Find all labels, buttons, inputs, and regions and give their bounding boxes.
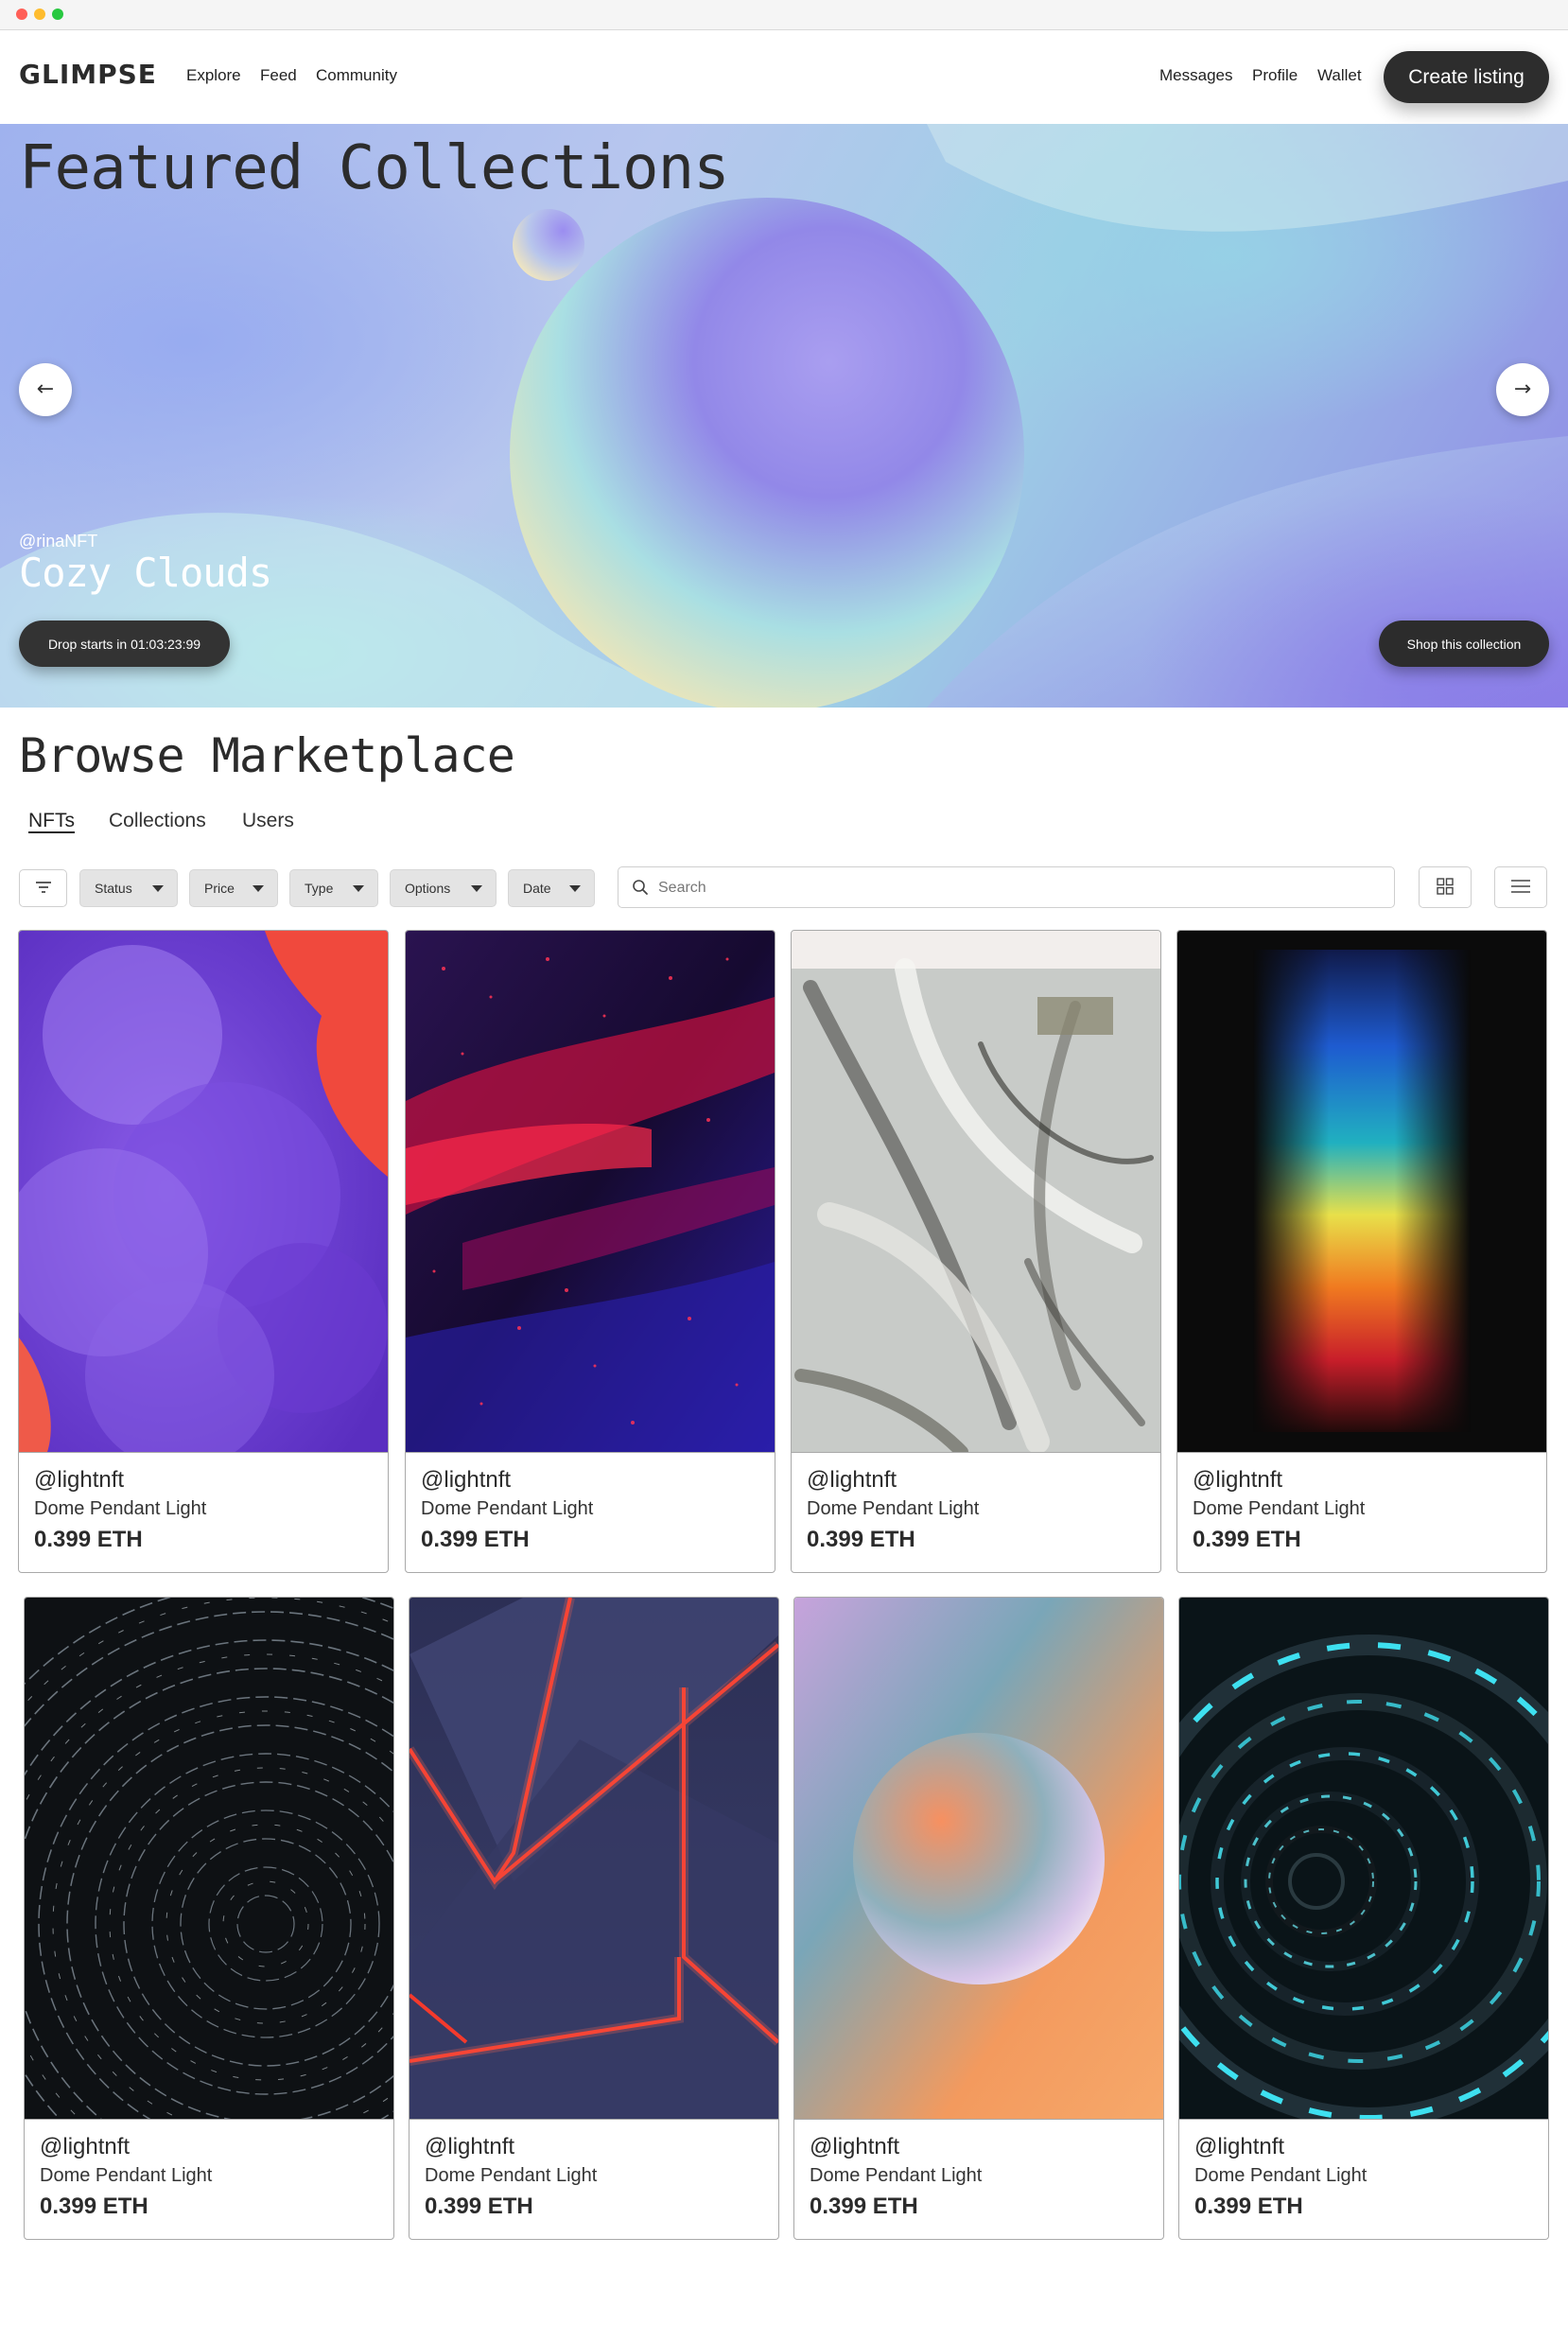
nav-community[interactable]: Community [316, 66, 397, 85]
window-titlebar [0, 0, 1568, 30]
hero-creator[interactable]: @rinaNFT [19, 532, 97, 551]
nft-artwork-image [406, 931, 775, 1453]
close-window-button[interactable] [16, 9, 27, 20]
nft-artwork-image [25, 1598, 393, 2120]
nft-price: 0.399 ETH [1194, 2194, 1303, 2219]
date-filter-label: Date [523, 881, 551, 896]
hero-artwork [0, 124, 1568, 708]
nft-price: 0.399 ETH [421, 1527, 530, 1552]
nft-title: Dome Pendant Light [1194, 2165, 1368, 2186]
minimize-window-button[interactable] [34, 9, 45, 20]
nft-price: 0.399 ETH [425, 2194, 533, 2219]
nft-title: Dome Pendant Light [421, 1498, 594, 1519]
options-filter-label: Options [405, 881, 451, 896]
status-filter-dropdown[interactable]: Status [79, 869, 178, 907]
nft-creator[interactable]: @lightnft [421, 1467, 511, 1494]
search-icon [633, 880, 648, 895]
drop-countdown-badge: Drop starts in 01:03:23:99 [19, 621, 230, 667]
search-box [618, 866, 1395, 909]
shop-collection-button[interactable]: Shop this collection [1379, 621, 1549, 667]
nft-artwork-image [794, 1598, 1163, 2120]
hero-collection-name: Cozy Clouds [19, 550, 272, 596]
nav-feed[interactable]: Feed [260, 66, 297, 85]
type-filter-dropdown[interactable]: Type [289, 869, 378, 907]
nft-card[interactable]: @lightnft Dome Pendant Light 0.399 ETH [24, 1597, 394, 2240]
hero-next-button[interactable]: → [1496, 363, 1549, 416]
top-nav: GLIMPSE Explore Feed Community Messages … [0, 30, 1568, 124]
maximize-window-button[interactable] [52, 9, 63, 20]
filter-icon [35, 881, 51, 893]
nft-title: Dome Pendant Light [40, 2165, 213, 2186]
price-filter-label: Price [204, 881, 235, 896]
search-input[interactable] [656, 867, 1379, 909]
nav-messages[interactable]: Messages [1159, 66, 1232, 85]
chevron-down-icon [569, 885, 581, 892]
price-filter-dropdown[interactable]: Price [189, 869, 278, 907]
tab-users[interactable]: Users [242, 810, 294, 832]
nav-profile[interactable]: Profile [1252, 66, 1298, 85]
nft-title: Dome Pendant Light [810, 2165, 983, 2186]
nft-artwork-image [792, 931, 1160, 1453]
nft-creator[interactable]: @lightnft [1193, 1467, 1282, 1494]
chevron-down-icon [152, 885, 164, 892]
grid-view-button[interactable] [1419, 866, 1472, 908]
nft-title: Dome Pendant Light [807, 1498, 980, 1519]
nft-artwork-image [1179, 1598, 1548, 2120]
nft-title: Dome Pendant Light [1193, 1498, 1366, 1519]
hero-prev-button[interactable]: ← [19, 363, 72, 416]
nft-creator[interactable]: @lightnft [40, 2134, 130, 2160]
nft-artwork-image [19, 931, 388, 1453]
nav-wallet[interactable]: Wallet [1317, 66, 1362, 85]
nft-creator[interactable]: @lightnft [34, 1467, 124, 1494]
featured-hero-banner: Featured Collections ← → @rinaNFT Cozy C… [0, 124, 1568, 708]
nft-price: 0.399 ETH [1193, 1527, 1301, 1552]
nft-card[interactable]: @lightnft Dome Pendant Light 0.399 ETH [409, 1597, 779, 2240]
tab-nfts[interactable]: NFTs [28, 810, 75, 832]
status-filter-label: Status [95, 881, 132, 896]
nft-card[interactable]: @lightnft Dome Pendant Light 0.399 ETH [793, 1597, 1164, 2240]
nft-card[interactable]: @lightnft Dome Pendant Light 0.399 ETH [405, 930, 775, 1573]
nft-price: 0.399 ETH [810, 2194, 918, 2219]
create-listing-button[interactable]: Create listing [1384, 51, 1549, 103]
tab-collections[interactable]: Collections [109, 810, 206, 832]
nft-title: Dome Pendant Light [34, 1498, 207, 1519]
nft-card[interactable]: @lightnft Dome Pendant Light 0.399 ETH [18, 930, 389, 1573]
type-filter-label: Type [305, 881, 334, 896]
chevron-down-icon [471, 885, 482, 892]
filters-toggle-button[interactable] [19, 869, 67, 907]
browse-title: Browse Marketplace [19, 728, 515, 783]
nft-creator[interactable]: @lightnft [1194, 2134, 1284, 2160]
nft-artwork-image [1177, 931, 1546, 1453]
nft-creator[interactable]: @lightnft [425, 2134, 514, 2160]
nft-card[interactable]: @lightnft Dome Pendant Light 0.399 ETH [1176, 930, 1547, 1573]
nft-price: 0.399 ETH [807, 1527, 915, 1552]
chevron-down-icon [353, 885, 364, 892]
arrow-right-icon: → [1513, 377, 1532, 401]
nft-card[interactable]: @lightnft Dome Pendant Light 0.399 ETH [791, 930, 1161, 1573]
chevron-down-icon [253, 885, 264, 892]
arrow-left-icon: ← [36, 377, 55, 401]
date-filter-dropdown[interactable]: Date [508, 869, 595, 907]
list-view-icon [1511, 879, 1530, 893]
nft-creator[interactable]: @lightnft [807, 1467, 897, 1494]
brand-logo[interactable]: GLIMPSE [19, 59, 157, 90]
options-filter-dropdown[interactable]: Options [390, 869, 497, 907]
nft-artwork-image [409, 1598, 778, 2120]
grid-view-icon [1437, 877, 1454, 895]
nft-title: Dome Pendant Light [425, 2165, 598, 2186]
nft-price: 0.399 ETH [40, 2194, 148, 2219]
nav-explore[interactable]: Explore [186, 66, 241, 85]
nft-price: 0.399 ETH [34, 1527, 143, 1552]
list-view-button[interactable] [1494, 866, 1547, 908]
hero-title: Featured Collections [19, 133, 730, 203]
nft-creator[interactable]: @lightnft [810, 2134, 899, 2160]
nft-card[interactable]: @lightnft Dome Pendant Light 0.399 ETH [1178, 1597, 1549, 2240]
